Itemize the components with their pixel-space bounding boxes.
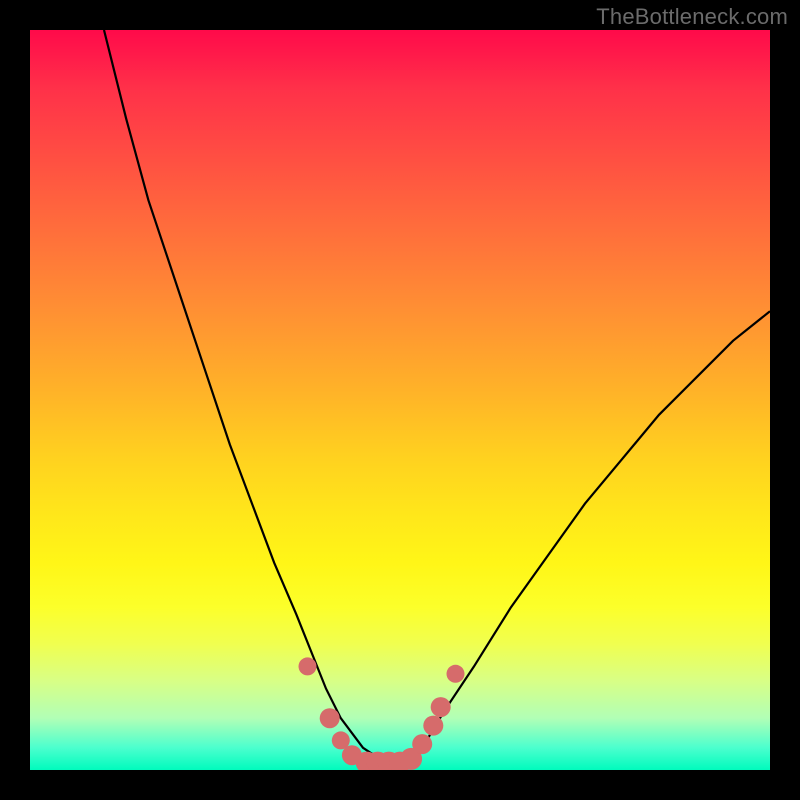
plot-area bbox=[30, 30, 770, 770]
marker-dot bbox=[423, 716, 443, 736]
chart-frame: TheBottleneck.com bbox=[0, 0, 800, 800]
watermark-text: TheBottleneck.com bbox=[596, 4, 788, 30]
marker-dot bbox=[447, 665, 465, 683]
marker-dot bbox=[431, 697, 451, 717]
marker-dot bbox=[320, 708, 340, 728]
marker-dot bbox=[412, 734, 432, 754]
curve-line bbox=[104, 30, 770, 763]
chart-svg bbox=[30, 30, 770, 770]
marker-group bbox=[299, 657, 465, 770]
marker-dot bbox=[299, 657, 317, 675]
